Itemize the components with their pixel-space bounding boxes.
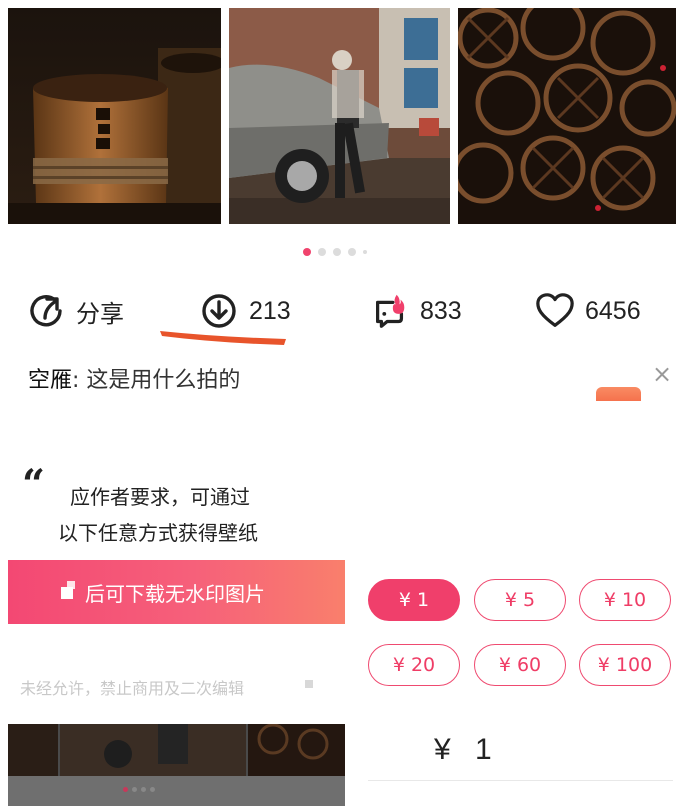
street-photo-art (229, 8, 450, 224)
photo-baskets[interactable] (458, 8, 676, 224)
carousel-dot[interactable] (348, 248, 356, 256)
like-count: 6456 (585, 296, 641, 325)
carousel-dot[interactable] (318, 248, 326, 256)
preview-strip-art (8, 724, 345, 806)
comment-user[interactable]: 空雁 (28, 368, 72, 393)
preview-dot-active (123, 787, 128, 792)
download-banner-label: 后可下载无水印图片 (85, 581, 265, 606)
baskets-photo-art (458, 8, 676, 224)
amount-option-20[interactable]: ¥ 20 (368, 644, 460, 686)
quote-icon: “ (22, 461, 46, 508)
comment-text: 这是用什么拍的 (86, 368, 241, 393)
amount-option-10[interactable]: ¥ 10 (579, 579, 671, 621)
prompt-line-1: 应作者要求，可通过 (70, 485, 250, 509)
carousel-dot[interactable] (333, 248, 341, 256)
banner-square-icon-corner (67, 581, 75, 589)
red-underline-mark (160, 331, 286, 345)
share-label: 分享 (76, 299, 124, 328)
hot-chat-icon (370, 291, 410, 331)
prompt-line-2: 以下任意方式获得壁纸 (58, 521, 258, 545)
hot-count: 833 (420, 296, 462, 325)
share-action[interactable]: 分享 (26, 288, 124, 334)
share-icon (26, 291, 66, 331)
download-no-watermark-banner[interactable]: 后可下载无水印图片 (8, 560, 345, 624)
notice-square-icon (305, 680, 313, 688)
amount-option-60[interactable]: ¥ 60 (474, 644, 566, 686)
download-count: 213 (249, 296, 291, 325)
photo-barrel[interactable] (8, 8, 221, 224)
comment-separator: : (72, 368, 87, 393)
photo-street[interactable] (229, 8, 450, 224)
carousel-dot[interactable] (363, 250, 367, 254)
carousel-indicator (303, 248, 367, 256)
usage-notice: 未经允许，禁止商用及二次编辑 (20, 679, 245, 698)
heart-icon (535, 291, 575, 331)
preview-strip[interactable] (8, 724, 345, 806)
amount-option-100[interactable]: ¥ 100 (579, 644, 671, 686)
close-icon[interactable]: × (652, 362, 672, 386)
amount-option-5[interactable]: ¥ 5 (474, 579, 566, 621)
like-action[interactable]: 6456 (535, 288, 641, 334)
carousel-dot-active[interactable] (303, 248, 311, 256)
amount-divider (368, 780, 673, 781)
amount-option-1[interactable]: ¥ 1 (368, 579, 460, 621)
barrel-photo-art (8, 8, 221, 224)
preview-carousel-indicator (123, 787, 155, 792)
comment-line: 空雁: 这是用什么拍的 (28, 362, 240, 394)
orange-tab-chip[interactable] (596, 387, 641, 401)
preview-dot (141, 787, 146, 792)
selected-amount-display: ¥ 1 (434, 733, 500, 766)
preview-dot (132, 787, 137, 792)
hot-action[interactable]: 833 (370, 288, 462, 334)
preview-dot (150, 787, 155, 792)
